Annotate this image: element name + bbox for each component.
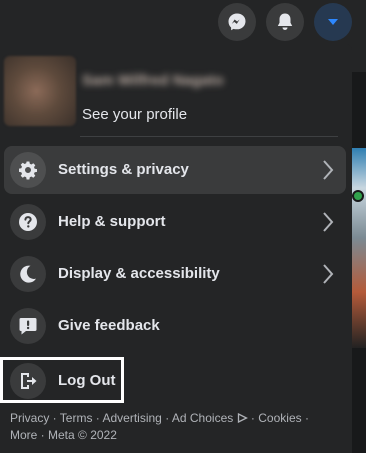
top-navigation-bar (0, 0, 366, 44)
footer-link-more[interactable]: More (10, 428, 37, 442)
online-status-dot (352, 190, 364, 202)
footer-link-advertising[interactable]: Advertising (102, 411, 161, 425)
highlight-box (0, 357, 124, 403)
chevron-right-icon (323, 160, 334, 180)
menu-item-settings-privacy[interactable]: Settings & privacy (4, 146, 346, 194)
account-dropdown-panel: Sam Wilfred Nagato See your profile Sett… (0, 44, 352, 453)
menu-item-display-accessibility[interactable]: Display & accessibility (4, 250, 346, 298)
gear-icon (10, 152, 46, 188)
menu-item-help-support[interactable]: Help & support (4, 198, 346, 246)
settings-privacy-label: Settings & privacy (58, 161, 189, 178)
menu-item-give-feedback[interactable]: Give feedback (4, 302, 346, 350)
bell-icon (277, 13, 293, 30)
profile-link[interactable]: Sam Wilfred Nagato See your profile (4, 56, 344, 130)
account-menu-button[interactable] (314, 3, 352, 41)
notifications-button[interactable] (266, 3, 304, 41)
chevron-right-icon (323, 264, 334, 284)
footer-copyright: Meta © 2022 (48, 428, 117, 442)
help-support-label: Help & support (58, 213, 166, 230)
footer-link-cookies[interactable]: Cookies (258, 411, 301, 425)
footer-link-privacy[interactable]: Privacy (10, 411, 49, 425)
profile-name: Sam Wilfred Nagato (82, 72, 224, 89)
footer-link-terms[interactable]: Terms (60, 411, 93, 425)
chevron-right-icon (323, 212, 334, 232)
messenger-button[interactable] (218, 3, 256, 41)
question-icon (10, 204, 46, 240)
ad-choices-icon (237, 412, 248, 424)
feedback-icon (10, 308, 46, 344)
footer-links: Privacy · Terms · Advertising · Ad Choic… (10, 411, 309, 442)
divider (80, 136, 338, 137)
give-feedback-label: Give feedback (58, 317, 160, 334)
footer-link-ad-choices[interactable]: Ad Choices (172, 411, 248, 425)
caret-down-icon (328, 19, 338, 25)
moon-icon (10, 256, 46, 292)
see-your-profile-label: See your profile (82, 106, 188, 123)
display-accessibility-label: Display & accessibility (58, 265, 220, 282)
messenger-icon (228, 13, 246, 31)
avatar (4, 56, 76, 126)
